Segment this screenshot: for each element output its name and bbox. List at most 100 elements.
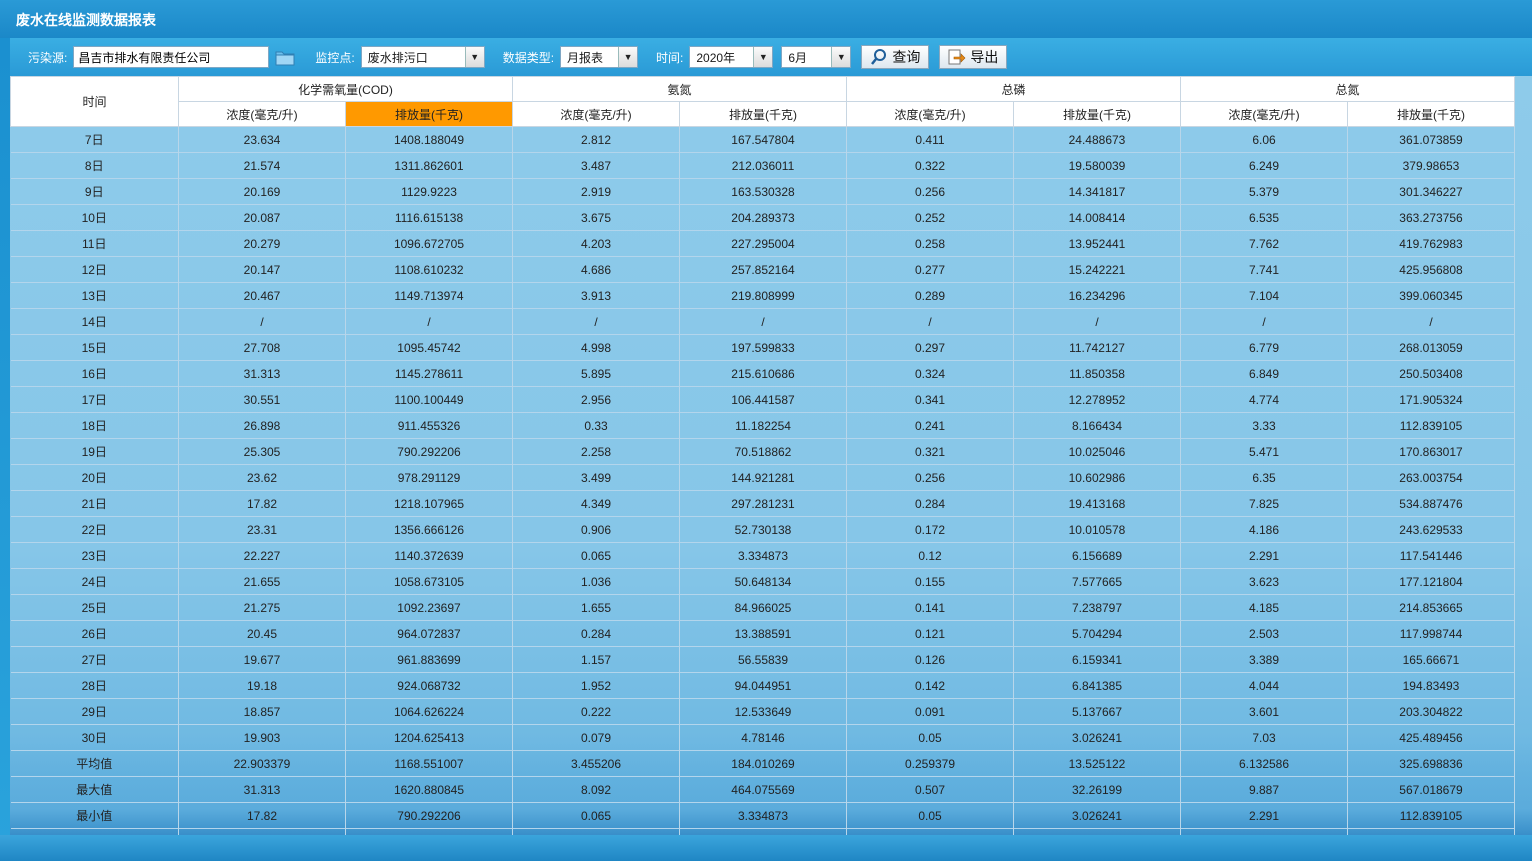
sub-header-emission[interactable]: 排放量(千克) xyxy=(345,101,513,127)
table-cell: 2.258 xyxy=(512,438,680,465)
row-time-cell: 17日 xyxy=(10,386,179,413)
table-cell: 325.698836 xyxy=(1347,750,1515,777)
table-row: 30日 19.903 1204.625413 0.079 4.78146 0.05 3.02… xyxy=(10,724,1515,751)
table-cell: 94.044951 xyxy=(679,672,847,699)
sub-header-concentration[interactable]: 浓度(毫克/升) xyxy=(1180,101,1348,127)
table-cell: 30.551 xyxy=(178,386,346,413)
month-select[interactable]: 6月 ▼ xyxy=(781,46,852,68)
table-cell: 0.297 xyxy=(846,334,1014,361)
table-row: 16日 31.313 1145.278611 5.895 215.610686 0.324… xyxy=(10,360,1515,387)
table-cell: 263.003754 xyxy=(1347,464,1515,491)
row-time-cell: 21日 xyxy=(10,490,179,517)
query-button[interactable]: 查询 xyxy=(861,45,930,69)
row-time-cell: 28日 xyxy=(10,672,179,699)
source-label: 污染源: xyxy=(28,50,68,65)
table-cell: 13.525122 xyxy=(1013,750,1181,777)
table-cell: 0.05 xyxy=(846,724,1014,751)
table-cell: 6.841385 xyxy=(1013,672,1181,699)
table-cell: 911.455326 xyxy=(345,412,513,439)
chevron-down-icon[interactable]: ▼ xyxy=(464,47,484,67)
table-cell: / xyxy=(1013,308,1181,335)
table-cell: 20.467 xyxy=(178,282,346,309)
table-cell: 10.010578 xyxy=(1013,516,1181,543)
table-cell: 567.018679 xyxy=(1347,776,1515,803)
folder-icon[interactable] xyxy=(275,48,295,66)
table-cell: 7.741 xyxy=(1180,256,1348,283)
table-row: 26日 20.45 964.072837 0.284 13.388591 0.121 5.7… xyxy=(10,620,1515,647)
group-header-ammonia: 氨氮 xyxy=(512,76,847,102)
table-cell: 17.82 xyxy=(178,490,346,517)
table-cell: 4.185 xyxy=(1180,594,1348,621)
table-cell: 790.292206 xyxy=(345,802,513,829)
table-cell: 0.258 xyxy=(846,230,1014,257)
table-cell: 8.092 xyxy=(512,776,680,803)
table-cell: 117.998744 xyxy=(1347,620,1515,647)
row-time-cell: 10日 xyxy=(10,204,179,231)
table-cell: 19.580039 xyxy=(1013,152,1181,179)
point-select[interactable]: 废水排污口 ▼ xyxy=(360,46,485,68)
year-select[interactable]: 2020年 ▼ xyxy=(689,46,774,68)
type-label: 数据类型: xyxy=(502,50,555,65)
sub-header-emission[interactable]: 排放量(千克) xyxy=(1347,101,1515,127)
sub-header-concentration[interactable]: 浓度(毫克/升) xyxy=(846,101,1014,127)
table-cell: 4.774 xyxy=(1180,386,1348,413)
table-cell: 379.98653 xyxy=(1347,152,1515,179)
point-label: 监控点: xyxy=(315,50,355,65)
table-cell: 0.065 xyxy=(512,542,680,569)
table-cell: 301.346227 xyxy=(1347,178,1515,205)
export-icon xyxy=(948,49,966,65)
table-cell: 23.31 xyxy=(178,516,346,543)
table-cell: 3.334873 xyxy=(679,802,847,829)
export-button[interactable]: 导出 xyxy=(939,45,1008,69)
table-cell: 11.742127 xyxy=(1013,334,1181,361)
sub-header-concentration[interactable]: 浓度(毫克/升) xyxy=(178,101,346,127)
table-cell: 19.677 xyxy=(178,646,346,673)
sub-header-emission[interactable]: 排放量(千克) xyxy=(679,101,847,127)
row-time-cell: 14日 xyxy=(10,308,179,335)
table-cell: 27.708 xyxy=(178,334,346,361)
table-cell: 257.852164 xyxy=(679,256,847,283)
table-cell: 3.675 xyxy=(512,204,680,231)
table-cell: 14.341817 xyxy=(1013,178,1181,205)
table-cell: 20.279 xyxy=(178,230,346,257)
chevron-down-icon[interactable]: ▼ xyxy=(831,47,851,67)
table-cell: 26.898 xyxy=(178,412,346,439)
bottom-band xyxy=(0,835,1532,861)
sub-header-emission[interactable]: 排放量(千克) xyxy=(1013,101,1181,127)
table-cell: 5.704294 xyxy=(1013,620,1181,647)
table-cell: 214.853665 xyxy=(1347,594,1515,621)
table-cell: 0.091 xyxy=(846,698,1014,725)
table-cell: 1168.551007 xyxy=(345,750,513,777)
chevron-down-icon[interactable]: ▼ xyxy=(618,47,638,67)
search-icon xyxy=(870,48,888,66)
table-cell: 4.998 xyxy=(512,334,680,361)
table-cell: 1140.372639 xyxy=(345,542,513,569)
sub-header-concentration[interactable]: 浓度(毫克/升) xyxy=(512,101,680,127)
row-time-cell: 16日 xyxy=(10,360,179,387)
table-cell: 170.863017 xyxy=(1347,438,1515,465)
table-cell: 6.779 xyxy=(1180,334,1348,361)
table-cell: 24.488673 xyxy=(1013,126,1181,153)
table-cell: 12.278952 xyxy=(1013,386,1181,413)
row-time-cell: 24日 xyxy=(10,568,179,595)
table-cell: 1064.626224 xyxy=(345,698,513,725)
table-cell: 961.883699 xyxy=(345,646,513,673)
table-row: 27日 19.677 961.883699 1.157 56.55839 0.126 6.1… xyxy=(10,646,1515,673)
source-input[interactable] xyxy=(73,46,270,68)
type-select[interactable]: 月报表 ▼ xyxy=(560,46,639,68)
table-row: 24日 21.655 1058.673105 1.036 50.648134 0.155 7… xyxy=(10,568,1515,595)
table-row: 29日 18.857 1064.626224 0.222 12.533649 0.091 5… xyxy=(10,698,1515,725)
table-cell: 0.142 xyxy=(846,672,1014,699)
table-cell: 23.634 xyxy=(178,126,346,153)
table-cell: / xyxy=(846,308,1014,335)
table-cell: 23.62 xyxy=(178,464,346,491)
table-cell: 1058.673105 xyxy=(345,568,513,595)
chevron-down-icon[interactable]: ▼ xyxy=(753,47,773,67)
table-cell: 0.172 xyxy=(846,516,1014,543)
table-cell: 32.26199 xyxy=(1013,776,1181,803)
filter-toolbar: 污染源: 监控点: 废水排污口 ▼ 数据类型: 月报表 ▼ 时间: 2020年 xyxy=(10,38,1532,76)
table-cell: 1.036 xyxy=(512,568,680,595)
table-cell: 6.156689 xyxy=(1013,542,1181,569)
table-cell: 112.839105 xyxy=(1347,802,1515,829)
table-cell: 20.45 xyxy=(178,620,346,647)
